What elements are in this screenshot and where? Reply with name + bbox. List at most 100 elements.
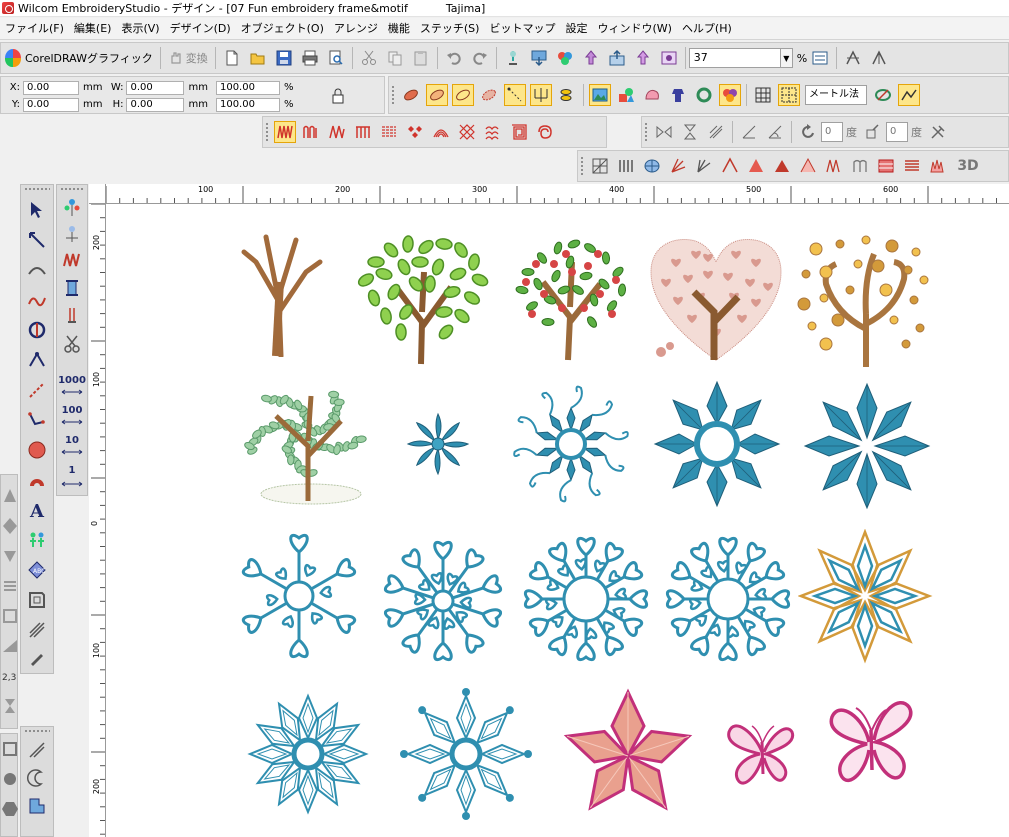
- new-file-icon[interactable]: [221, 47, 243, 69]
- monogram-icon[interactable]: [24, 529, 50, 551]
- open-folder-icon[interactable]: [247, 47, 269, 69]
- zigzag-stitch-icon[interactable]: [59, 249, 85, 271]
- lock-proportions-icon[interactable]: [329, 87, 349, 105]
- reshape-icon[interactable]: [898, 84, 920, 106]
- tools-icon[interactable]: [927, 121, 949, 143]
- cut-icon[interactable]: [358, 47, 380, 69]
- mirror-vertical-icon[interactable]: [679, 121, 701, 143]
- sequence-icon[interactable]: [59, 223, 85, 245]
- arch-shape-icon[interactable]: [24, 469, 50, 491]
- line-tool-icon[interactable]: [24, 379, 50, 401]
- step-1-label[interactable]: 1: [57, 465, 87, 476]
- arches-icon[interactable]: [849, 155, 871, 177]
- circle-tool-icon[interactable]: [24, 439, 50, 461]
- artwork-view-icon[interactable]: [658, 47, 680, 69]
- stitch-player-icon[interactable]: [632, 47, 654, 69]
- menu-functions[interactable]: 機能: [383, 18, 415, 39]
- motif-heart-leaf-tree[interactable]: [356, 232, 491, 367]
- motif-heart-blossom-tree[interactable]: [646, 232, 786, 367]
- crescent-tool-icon[interactable]: [24, 767, 50, 789]
- menu-file[interactable]: ファイル(F): [0, 18, 69, 39]
- measurement-system-select[interactable]: メートル法: [805, 85, 867, 105]
- wave-lines-icon[interactable]: [823, 155, 845, 177]
- elephant-icon[interactable]: [641, 84, 663, 106]
- reshape-tool-icon[interactable]: [24, 229, 50, 251]
- fold-tool-icon[interactable]: [0, 605, 23, 627]
- redo-icon[interactable]: [469, 47, 491, 69]
- rotate-right-45-icon[interactable]: [764, 121, 786, 143]
- satin-wave-icon[interactable]: [300, 121, 322, 143]
- stroke-tool-icon[interactable]: [24, 739, 50, 761]
- motif-heart-snowflake-c[interactable]: [521, 534, 651, 664]
- color-circles-icon[interactable]: [719, 84, 741, 106]
- frame-tool-icon[interactable]: [0, 738, 23, 760]
- outline-only-icon[interactable]: [452, 84, 474, 106]
- zoom-input[interactable]: 37: [688, 48, 781, 68]
- scale-y-input[interactable]: 100.00: [215, 97, 280, 112]
- zoom-dropdown-arrow[interactable]: ▼: [780, 48, 793, 68]
- menu-settings[interactable]: 設定: [560, 18, 592, 39]
- arch-pattern-icon[interactable]: [430, 121, 452, 143]
- round-tool-icon[interactable]: [0, 768, 23, 790]
- fan-red-icon[interactable]: [667, 155, 689, 177]
- lettering-icon[interactable]: A: [24, 499, 50, 521]
- rotate-left-45-icon[interactable]: [738, 121, 760, 143]
- menu-arrange[interactable]: アレンジ: [329, 18, 383, 39]
- motif-tendril-snowflake[interactable]: [506, 384, 636, 504]
- shapes-icon[interactable]: [615, 84, 637, 106]
- view-settings-icon[interactable]: [809, 47, 831, 69]
- brush-icon[interactable]: [24, 647, 50, 669]
- motif-pink-star[interactable]: [561, 688, 696, 818]
- picture-auto-digitize-icon[interactable]: [589, 84, 611, 106]
- copy-icon[interactable]: [384, 47, 406, 69]
- x-input[interactable]: 0.00: [23, 80, 79, 95]
- h-input[interactable]: 0.00: [126, 97, 185, 112]
- wedge-tool-icon[interactable]: [0, 635, 23, 657]
- paste-icon[interactable]: [410, 47, 432, 69]
- w-input[interactable]: 0.00: [126, 80, 185, 95]
- stack-tool-icon[interactable]: [0, 575, 23, 597]
- m-pattern-icon[interactable]: [326, 121, 348, 143]
- menu-edit[interactable]: 編集(E): [69, 18, 117, 39]
- slant-angle-input[interactable]: 0: [886, 122, 908, 142]
- color-tree-icon[interactable]: [59, 197, 85, 219]
- comb-pattern-icon[interactable]: [352, 121, 374, 143]
- save-icon[interactable]: [273, 47, 295, 69]
- pattern-block-icon[interactable]: [875, 155, 897, 177]
- shape-block-icon[interactable]: [24, 795, 50, 817]
- satin-lines-icon[interactable]: [24, 619, 50, 641]
- lines-red-icon[interactable]: [901, 155, 923, 177]
- slant-icon[interactable]: [862, 121, 884, 143]
- menu-help[interactable]: ヘルプ(H): [677, 18, 737, 39]
- skew-icon[interactable]: [705, 121, 727, 143]
- ring-icon[interactable]: [693, 84, 715, 106]
- flame-icon[interactable]: [927, 155, 949, 177]
- menu-design[interactable]: デザイン(D): [165, 18, 236, 39]
- motif-small-swirl-flower[interactable]: [401, 409, 476, 479]
- menu-object[interactable]: オブジェクト(O): [236, 18, 329, 39]
- motif-green-bushy-tree[interactable]: [236, 376, 368, 506]
- spool-icon[interactable]: [59, 277, 85, 299]
- costume-icon[interactable]: [667, 84, 689, 106]
- measure-icon[interactable]: [872, 84, 894, 106]
- motif-outline-snowflake-b[interactable]: [396, 684, 536, 824]
- select-object-icon[interactable]: [24, 199, 50, 221]
- design-canvas[interactable]: [106, 204, 1009, 837]
- motif-heart-snowflake-b[interactable]: [376, 539, 511, 664]
- fan-dark-icon[interactable]: [693, 155, 715, 177]
- scale-pattern-icon[interactable]: [482, 121, 504, 143]
- node-tool-icon[interactable]: [24, 349, 50, 371]
- motif-apple-tree[interactable]: [508, 232, 638, 362]
- menu-view[interactable]: 表示(V): [116, 18, 164, 39]
- diamond-pattern-icon[interactable]: [404, 121, 426, 143]
- motif-butterfly-large[interactable]: [824, 692, 919, 792]
- motif-teal-diamond-snowflake-b[interactable]: [801, 381, 933, 511]
- trident-icon[interactable]: [530, 84, 552, 106]
- grid-icon[interactable]: [752, 84, 774, 106]
- step-100-label[interactable]: 100: [57, 405, 87, 416]
- print-icon[interactable]: [299, 47, 321, 69]
- import-machine-file-icon[interactable]: [528, 47, 550, 69]
- menu-bitmap[interactable]: ビットマップ: [484, 18, 560, 39]
- hex-tool-icon[interactable]: [0, 798, 23, 820]
- color-thread-icon[interactable]: [554, 47, 576, 69]
